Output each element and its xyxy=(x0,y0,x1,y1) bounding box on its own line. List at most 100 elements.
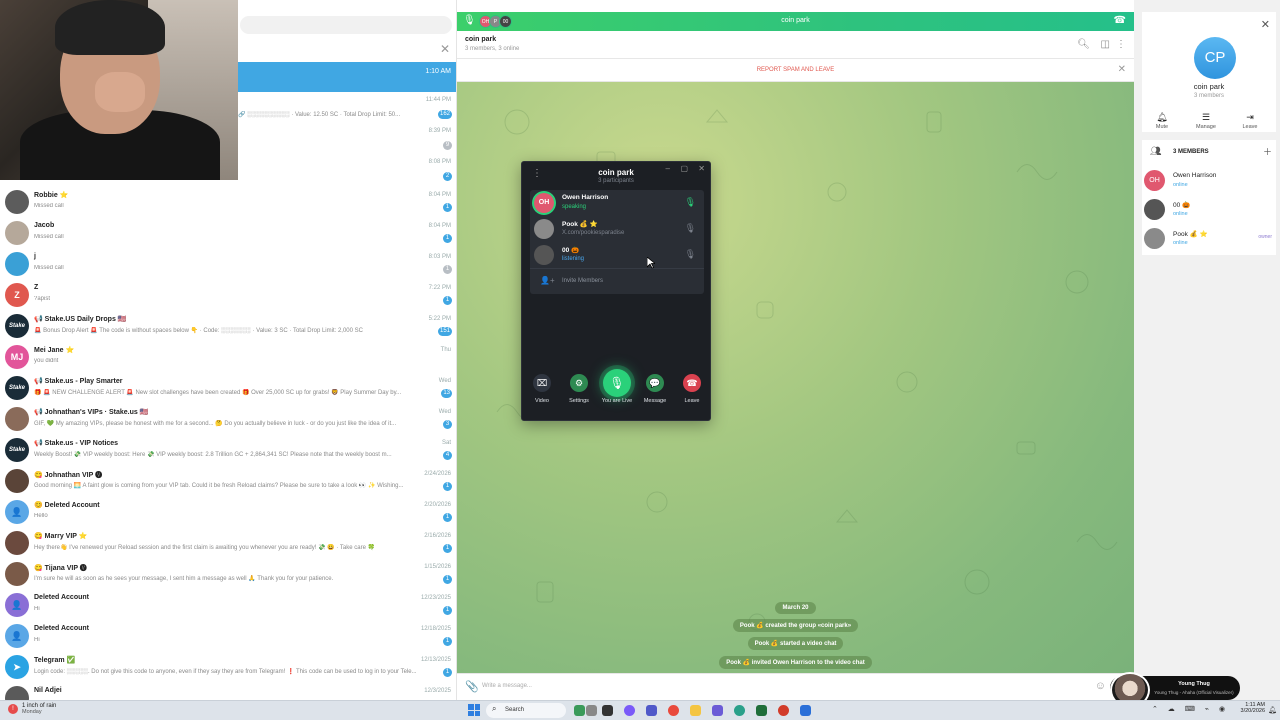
unread-badge: 1 xyxy=(443,606,452,615)
member-row[interactable]: Pook 💰 ⭐ online owner xyxy=(1142,225,1276,251)
leave-button[interactable]: ☎ Leave xyxy=(674,374,710,404)
chat-row[interactable]: Jacob Missed call 8:04 PM 1 xyxy=(0,219,456,250)
avatar xyxy=(534,219,554,239)
chat-row[interactable]: MJ Mei Jane ⭐ you didnt Thu xyxy=(0,343,456,374)
unmute-button[interactable]: 🎙 You are Live xyxy=(599,369,635,404)
clock-date: 3/20/2026 xyxy=(1240,708,1265,714)
member-row[interactable]: OH Owen Harrison online xyxy=(1142,167,1276,193)
system-tray[interactable]: ⌃ ☁ ⌨ ⌁ ◉ xyxy=(1152,705,1229,713)
message-label: Message xyxy=(643,398,667,404)
chat-name: Nil Adjei xyxy=(34,687,62,694)
search-icon[interactable]: 🔍︎ xyxy=(1077,39,1090,50)
chat-time: Thu xyxy=(440,347,451,353)
weather-widget[interactable]: ! 1 inch of rain Monday xyxy=(8,703,56,715)
chat-row[interactable]: j Missed call 8:03 PM 1 xyxy=(0,250,456,281)
participant-row[interactable]: OH Owen Harrison speaking 🎙︎ xyxy=(530,190,704,216)
chat-time: 7:22 PM xyxy=(428,285,451,291)
edge-icon[interactable] xyxy=(734,705,745,716)
chat-row[interactable]: 😋 Tijana VIP 🅥 I'm sure he will as soon a… xyxy=(0,560,456,591)
chat-row[interactable]: Stake 📢 Stake.us - Play Smarter 🎁 🚨 NEW CH… xyxy=(0,374,456,405)
emoji-icon[interactable]: ☺ xyxy=(1095,680,1106,692)
chat-row[interactable]: 👤 Deleted Account Hi 12/18/2025 1 xyxy=(0,622,456,653)
chat-preview: Weekly Boost! 💸 VIP weekly boost: Here 💸… xyxy=(34,452,392,458)
chat-header[interactable]: coin park 3 members, 3 online 🔍︎ ◫ ⋮ xyxy=(457,31,1134,59)
microphone-icon: 🎙 xyxy=(603,369,631,397)
chat-row[interactable]: ➤ Telegram ✅ Login code: ░░░░░. Do not giv… xyxy=(0,653,456,684)
chat-preview: Hey there👋 I've renewed your Reload sess… xyxy=(34,545,376,551)
service-message: Pook 💰 invited Owen Harrison to the vide… xyxy=(457,655,1134,669)
close-icon[interactable]: ✕ xyxy=(1118,64,1126,75)
report-spam-button[interactable]: REPORT SPAM AND LEAVE xyxy=(457,67,1134,73)
mute-button[interactable]: 🔔︎ Mute xyxy=(1142,112,1182,130)
taskbar-search-label: Search xyxy=(505,707,525,713)
participant-row[interactable]: 00 🎃 listening 🎙︎ xyxy=(530,242,704,268)
unread-badge: 13 xyxy=(441,389,452,398)
hang-up-icon[interactable]: ☎ xyxy=(1114,15,1126,26)
app-icon[interactable] xyxy=(624,705,635,716)
task-view-icon[interactable] xyxy=(602,705,613,716)
app-icon[interactable] xyxy=(586,705,597,716)
leave-group-button[interactable]: ⇥ Leave xyxy=(1230,112,1270,130)
chat-row[interactable]: 👤 😊 Deleted Account Hello 2/20/2026 1 xyxy=(0,498,456,529)
avatar: MJ xyxy=(5,345,29,369)
app-icon[interactable] xyxy=(668,705,679,716)
manage-button[interactable]: ☰ Manage xyxy=(1186,112,1226,130)
clock[interactable]: 1:11 AM 3/20/2026 xyxy=(1225,702,1265,714)
teams-icon[interactable] xyxy=(646,705,657,716)
report-spam-bar[interactable]: REPORT SPAM AND LEAVE ✕ xyxy=(457,59,1134,82)
member-row[interactable]: 00 🎃 online xyxy=(1142,196,1276,222)
message-input[interactable]: Write a message... xyxy=(482,683,532,689)
message-composer[interactable]: 📎 Write a message... ☺ xyxy=(457,673,1134,699)
unread-badge: 1 xyxy=(443,637,452,646)
message-button[interactable]: 💬 Message xyxy=(637,374,673,404)
active-chat-row[interactable]: 1:10 AM xyxy=(238,62,456,92)
chat-row[interactable]: Stake 📢 Stake.us - VIP Notices Weekly Boos… xyxy=(0,436,456,467)
chat-time: 1:10 AM xyxy=(425,68,451,75)
ghost-icon: 👤 xyxy=(5,593,29,617)
invite-members-button[interactable]: 👤+ Invite Members xyxy=(530,268,704,294)
chat-row[interactable]: 👤 Deleted Account Hi 12/23/2025 1 xyxy=(0,591,456,622)
chat-row[interactable]: 8:39 PM 9 xyxy=(238,126,456,157)
chat-row[interactable]: 11:44 PM 🔗 ░░░░░░░░░░ · Value: 12.50 SC ·… xyxy=(238,95,456,126)
chat-row[interactable]: Nil Adjei 12/3/2025 xyxy=(0,684,456,700)
invite-members-label: Invite Members xyxy=(562,278,604,284)
chat-row[interactable]: 😋 Johnathan VIP 🅥 Good morning 🌅 A faint … xyxy=(0,467,456,498)
app-icon[interactable] xyxy=(756,705,767,716)
video-button[interactable]: ⌧ Video xyxy=(524,374,560,404)
voice-chat-bar[interactable]: 🎙 OH P 00 coin park ☎ xyxy=(457,12,1134,31)
chat-row[interactable]: Z Z ?apist 7:22 PM 1 xyxy=(0,281,456,312)
voice-chat-window[interactable]: ⋮ – ▢ ✕ coin park 3 participants OH Owen … xyxy=(521,161,711,421)
discord-icon[interactable] xyxy=(712,705,723,716)
members-header: 3 MEMBERS xyxy=(1173,149,1209,155)
notification-bell-icon[interactable]: 🔔︎ xyxy=(1268,706,1277,714)
chat-row[interactable]: 📢 Johnathan's VIPs · Stake.us 🇺🇸 GIF, 💚 M… xyxy=(0,405,456,436)
file-explorer-icon[interactable] xyxy=(690,705,701,716)
voice-chat-title: coin park xyxy=(598,168,634,177)
search-input[interactable] xyxy=(240,16,452,34)
settings-button[interactable]: ⚙ Settings xyxy=(561,374,597,404)
chat-row[interactable]: Robbie ⭐ Missed call 8:04 PM 1 xyxy=(0,188,456,219)
chat-name: Deleted Account xyxy=(34,594,89,601)
chat-preview: I'm sure he will as soon as he sees your… xyxy=(34,576,334,582)
owner-tag: owner xyxy=(1258,234,1272,240)
sidebar-toggle-icon[interactable]: ◫ xyxy=(1101,39,1110,50)
chrome-icon[interactable] xyxy=(778,705,789,716)
add-member-icon[interactable]: ＋ xyxy=(1263,145,1272,158)
app-icon[interactable] xyxy=(574,705,585,716)
chat-preview: Hi xyxy=(34,606,40,612)
attach-icon[interactable]: 📎 xyxy=(465,680,479,693)
taskbar-search[interactable]: ⌕ Search xyxy=(486,703,566,718)
close-search-icon[interactable]: ✕ xyxy=(440,42,450,56)
app-icon[interactable] xyxy=(800,705,811,716)
close-panel-icon[interactable]: ✕ xyxy=(1261,18,1270,31)
member-status: online xyxy=(1173,182,1188,188)
group-info-header: CP coin park 3 members 🔔︎ Mute ☰ Manage … xyxy=(1142,12,1276,132)
chat-row[interactable]: 😋 Marry VIP ⭐ Hey there👋 I've renewed you… xyxy=(0,529,456,560)
chat-row[interactable]: Stake 📢 Stake.US Daily Drops 🇺🇸 🚨 Bonus Dr… xyxy=(0,312,456,343)
chat-name: Z xyxy=(34,284,39,291)
more-icon[interactable]: ⋮ xyxy=(1116,39,1126,50)
participant-row[interactable]: Pook 💰 ⭐ X.com/pookiesparadise 🎙︎ xyxy=(530,216,704,242)
chat-list-panel: ✕ 1:10 AM 11:44 PM 🔗 ░░░░░░░░░░ · Value: … xyxy=(0,0,457,700)
windows-start-icon[interactable] xyxy=(468,704,480,716)
chat-row[interactable]: 8:08 PM 2 xyxy=(238,157,456,188)
